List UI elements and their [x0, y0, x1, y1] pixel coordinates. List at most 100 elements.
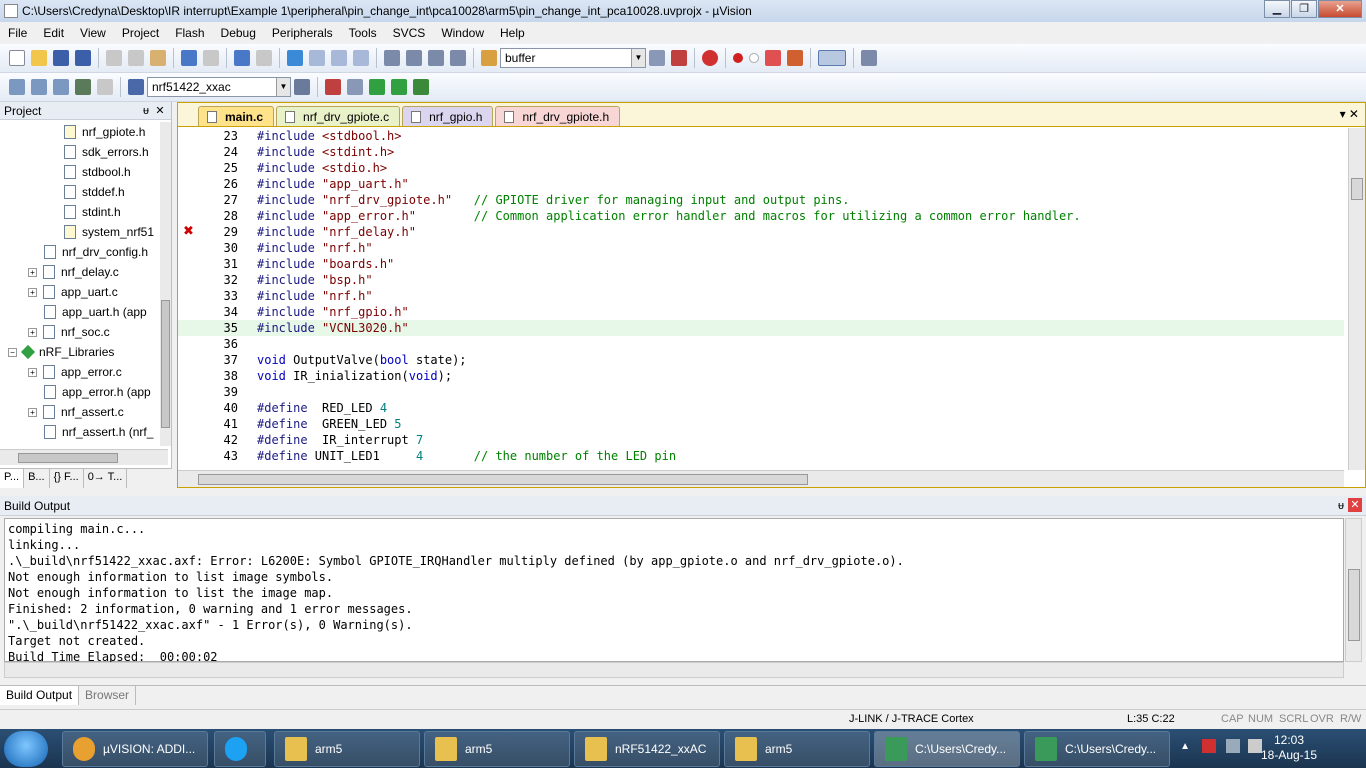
menu-window[interactable]: Window — [433, 26, 492, 40]
scroll-thumb[interactable] — [18, 453, 118, 463]
taskbar-item-browser[interactable]: µVISION: ADDI... — [62, 731, 208, 767]
tabs-menu-close-icon[interactable]: ▾ ✕ — [1340, 107, 1359, 121]
code-line[interactable]: 34 #include "nrf_gpio.h" — [178, 304, 1344, 320]
select-packs-icon[interactable] — [347, 79, 363, 95]
copy-icon[interactable] — [128, 50, 144, 66]
tree-item[interactable]: + nrf_assert.c — [28, 402, 124, 422]
comment-icon[interactable] — [428, 50, 444, 66]
cut-icon[interactable] — [106, 50, 122, 66]
configure-icon[interactable] — [861, 50, 877, 66]
paste-icon[interactable] — [150, 50, 166, 66]
code-line[interactable]: ✖ 29 #include "nrf_delay.h" — [178, 224, 1344, 240]
tree-item[interactable]: app_error.h (app — [44, 382, 151, 402]
code-line[interactable]: 24 #include <stdint.h> — [178, 144, 1344, 160]
pin-icon[interactable]: ᵾ — [1338, 496, 1344, 516]
expand-icon[interactable]: + — [28, 367, 37, 377]
tree-item[interactable]: nrf_gpiote.h — [64, 122, 145, 142]
prev-bookmark-icon[interactable] — [309, 50, 325, 66]
tree-item[interactable]: nrf_assert.h (nrf_ — [44, 422, 153, 442]
code-line[interactable]: 35 #include "VCNL3020.h" — [178, 320, 1344, 336]
taskbar-item-folder[interactable]: nRF51422_xxAC — [574, 731, 720, 767]
tab-project[interactable]: P... — [0, 469, 25, 488]
scroll-thumb[interactable] — [1351, 178, 1363, 200]
target-combo[interactable]: nrf51422_xxac ▼ — [147, 77, 291, 97]
save-icon[interactable] — [53, 50, 69, 66]
code-line[interactable]: 43 #define UNIT_LED1 4 // the number of t… — [178, 448, 1344, 464]
save-all-icon[interactable] — [75, 50, 91, 66]
network-icon[interactable] — [1226, 739, 1240, 753]
tree-item[interactable]: − nRF_Libraries — [8, 342, 114, 362]
nav-back-icon[interactable] — [234, 50, 250, 66]
start-button[interactable] — [4, 731, 48, 767]
collapse-icon[interactable]: − — [8, 347, 17, 357]
editor-vertical-scrollbar[interactable] — [1348, 128, 1365, 470]
bookmark-icon[interactable] — [287, 50, 303, 66]
build-horizontal-scrollbar[interactable] — [4, 662, 1344, 678]
debug-session-icon[interactable] — [702, 50, 718, 66]
tab-templates[interactable]: 0→ T... — [84, 469, 128, 488]
code-line[interactable]: 38 void IR_inialization(void); — [178, 368, 1344, 384]
tab-main-c[interactable]: main.c — [198, 106, 275, 126]
action-center-icon[interactable] — [1202, 739, 1216, 753]
taskbar-item-skype[interactable] — [214, 731, 266, 767]
pack-icon[interactable] — [413, 79, 429, 95]
project-horizontal-scrollbar[interactable] — [0, 449, 168, 465]
build-output-text[interactable]: compiling main.c... linking... .\_build\… — [4, 518, 1344, 664]
disable-all-breakpoints-icon[interactable] — [765, 50, 781, 66]
menu-svcs[interactable]: SVCS — [385, 26, 434, 40]
build-vertical-scrollbar[interactable] — [1345, 518, 1362, 662]
code-line[interactable]: 33 #include "nrf.h" — [178, 288, 1344, 304]
batch-build-icon[interactable] — [75, 79, 91, 95]
menu-tools[interactable]: Tools — [341, 26, 385, 40]
code-line[interactable]: 28 #include "app_error.h" // Common appli… — [178, 208, 1344, 224]
tree-item[interactable]: + app_uart.c — [28, 282, 118, 302]
find-combo[interactable]: buffer ▼ — [500, 48, 646, 68]
tree-item[interactable]: stdbool.h — [64, 162, 131, 182]
scroll-thumb[interactable] — [1348, 569, 1360, 641]
tree-item[interactable]: nrf_drv_config.h — [44, 242, 148, 262]
undo-icon[interactable] — [181, 50, 197, 66]
project-vertical-scrollbar[interactable] — [160, 122, 171, 446]
tree-item[interactable]: stddef.h — [64, 182, 125, 202]
new-file-icon[interactable] — [9, 50, 25, 66]
menu-help[interactable]: Help — [492, 26, 533, 40]
nav-forward-icon[interactable] — [256, 50, 272, 66]
menu-file[interactable]: File — [0, 26, 35, 40]
uncomment-icon[interactable] — [450, 50, 466, 66]
code-line[interactable]: 37 void OutputValve(bool state); — [178, 352, 1344, 368]
tab-browser[interactable]: Browser — [79, 686, 137, 705]
pin-icon[interactable]: ᵾ — [143, 102, 149, 120]
clock[interactable]: 12:03 18-Aug-15 — [1254, 733, 1324, 763]
clear-bookmarks-icon[interactable] — [353, 50, 369, 66]
code-line[interactable]: 32 #include "bsp.h" — [178, 272, 1344, 288]
maximize-button[interactable]: ❐ — [1291, 0, 1317, 18]
tree-item[interactable]: + nrf_delay.c — [28, 262, 119, 282]
editor-horizontal-scrollbar[interactable] — [178, 470, 1344, 487]
manage-project-items-icon[interactable] — [325, 79, 341, 95]
close-build-output-icon[interactable]: ✕ — [1348, 498, 1362, 512]
code-line[interactable]: 23 #include <stdbool.h> — [178, 128, 1344, 144]
tab-build-output[interactable]: Build Output — [0, 686, 80, 705]
menu-view[interactable]: View — [72, 26, 114, 40]
tree-item[interactable]: system_nrf51 — [64, 222, 154, 242]
tree-item[interactable]: sdk_errors.h — [64, 142, 149, 162]
manage-rte-icon[interactable] — [369, 79, 385, 95]
code-line[interactable]: 27 #include "nrf_drv_gpiote.h" // GPIOTE … — [178, 192, 1344, 208]
code-line[interactable]: 41 #define GREEN_LED 5 — [178, 416, 1344, 432]
taskbar-item-uvision[interactable]: C:\Users\Credy... — [874, 731, 1020, 767]
stop-build-icon[interactable] — [97, 79, 113, 95]
find-in-files-icon[interactable] — [481, 50, 497, 66]
open-file-icon[interactable] — [31, 50, 47, 66]
taskbar-item-folder[interactable]: arm5 — [724, 731, 870, 767]
code-line[interactable]: 42 #define IR_interrupt 7 — [178, 432, 1344, 448]
tab-nrf-drv-gpiote-h[interactable]: nrf_drv_gpiote.h — [495, 106, 621, 126]
menu-edit[interactable]: Edit — [35, 26, 72, 40]
menu-flash[interactable]: Flash — [167, 26, 212, 40]
scroll-thumb[interactable] — [161, 300, 170, 428]
kill-all-breakpoints-icon[interactable] — [787, 50, 803, 66]
target-options-icon[interactable] — [294, 79, 310, 95]
code-area[interactable]: 23 #include <stdbool.h> 24 #include <stdint… — [178, 128, 1344, 470]
next-bookmark-icon[interactable] — [331, 50, 347, 66]
code-line[interactable]: 39 — [178, 384, 1344, 400]
find-icon[interactable] — [649, 50, 665, 66]
